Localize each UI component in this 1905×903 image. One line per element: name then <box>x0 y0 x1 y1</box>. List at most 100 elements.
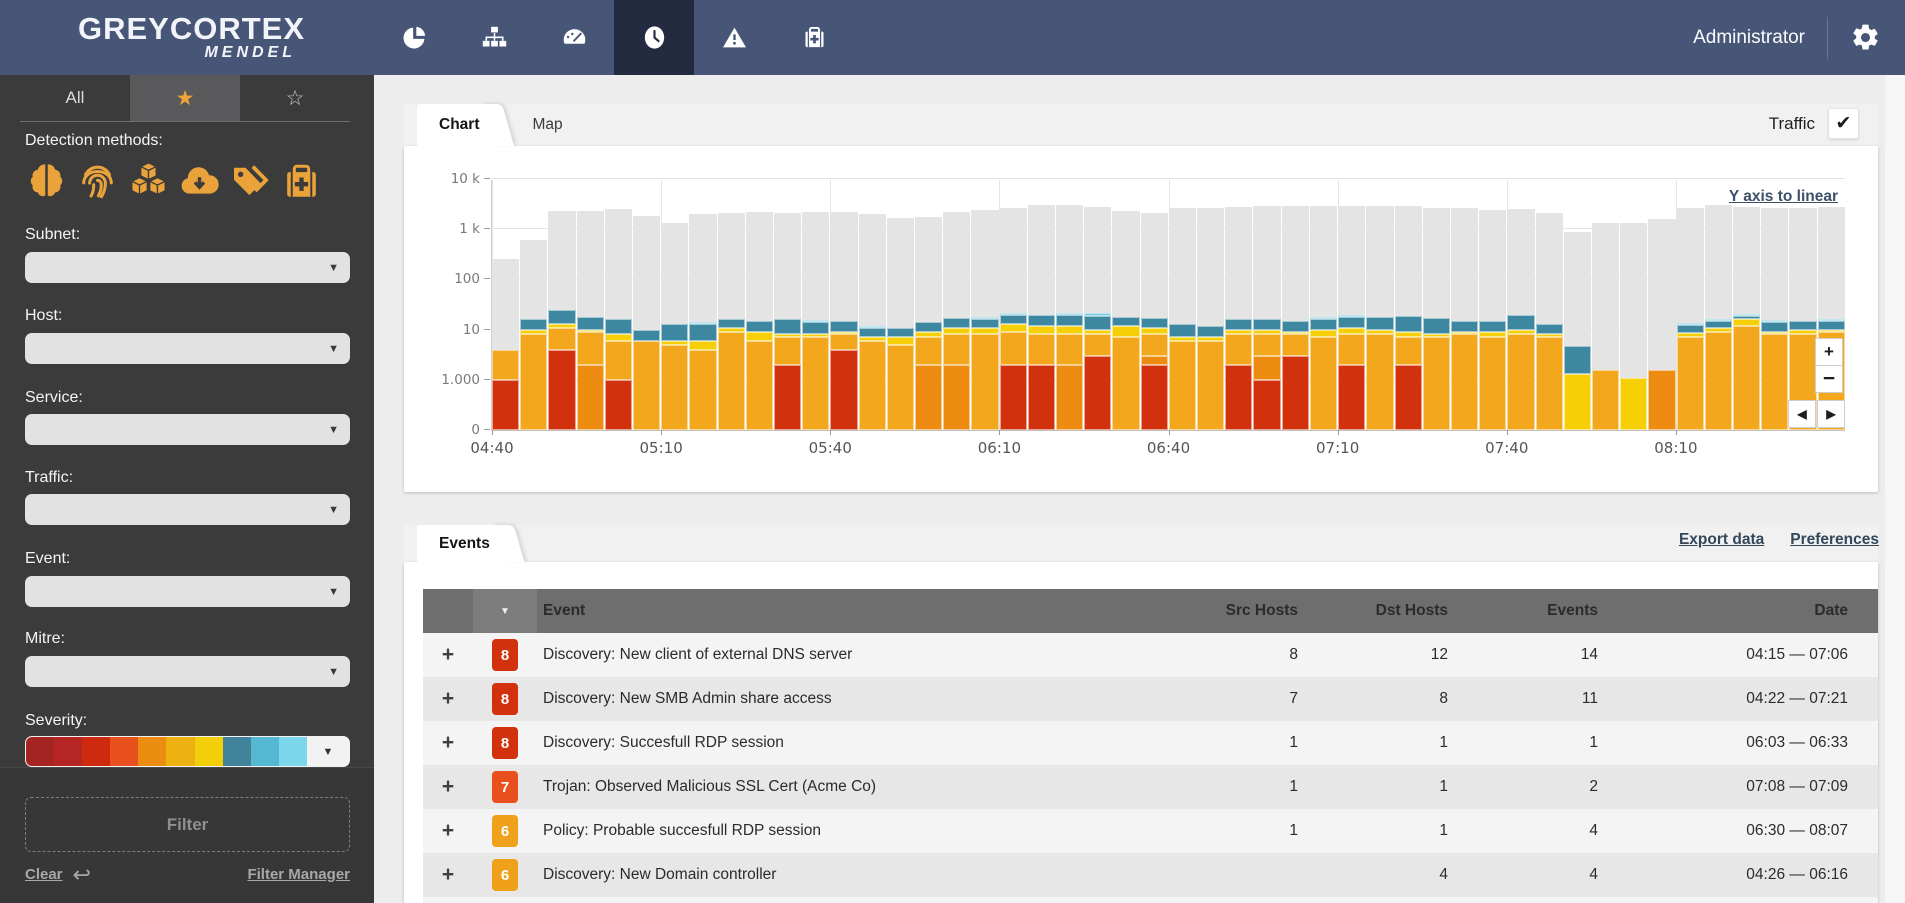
host-select[interactable]: ▼ <box>25 333 350 364</box>
user-name[interactable]: Administrator <box>1693 27 1805 49</box>
tab-map[interactable]: Map <box>510 104 580 146</box>
segment-severity-low <box>1253 330 1280 335</box>
zoom-out-button[interactable]: − <box>1815 365 1843 393</box>
undo-icon[interactable]: ↩ <box>73 868 91 882</box>
x-tick-label: 05:10 <box>640 439 683 457</box>
y-tick <box>484 278 490 279</box>
detection-fingerprint-icon[interactable] <box>76 160 119 203</box>
segment-severity-info <box>859 328 886 338</box>
table-row[interactable]: +8Discovery: Succesfull RDP session11106… <box>423 721 1878 765</box>
detection-brain-icon[interactable] <box>25 160 68 203</box>
segment-severity-audit <box>1084 313 1111 315</box>
severity-select[interactable]: ▼ <box>25 736 350 767</box>
filter-button[interactable]: Filter <box>25 797 350 852</box>
segment-severity-info <box>1310 319 1337 329</box>
table-row[interactable]: +7Trojan: Observed Malicious SSL Cert (A… <box>423 765 1878 809</box>
header-date[interactable]: Date <box>1598 602 1878 620</box>
clear-link[interactable]: Clear <box>25 866 63 883</box>
scrollbar-track[interactable] <box>1885 75 1905 903</box>
segment-severity-low <box>943 328 970 335</box>
header-event[interactable]: Event <box>537 602 1148 620</box>
expand-button[interactable]: + <box>423 687 473 711</box>
nav-gauge-icon[interactable] <box>534 0 614 75</box>
chart-bar <box>492 180 519 430</box>
traffic-select[interactable]: ▼ <box>25 494 350 525</box>
filter-sidebar: All★☆ Detection methods: Subnet:▼Host:▼S… <box>0 75 374 903</box>
segment-severity-audit <box>859 326 886 328</box>
nav-medkit-icon[interactable] <box>774 0 854 75</box>
segment-severity-medium <box>1169 341 1196 430</box>
segment-severity-info <box>1761 322 1788 332</box>
tab-chart[interactable]: Chart <box>417 104 497 146</box>
expand-button[interactable]: + <box>423 819 473 843</box>
date-range-value: 06:30 — 08:07 <box>1598 822 1878 840</box>
segment-severity-audit <box>1677 323 1704 325</box>
header-dst-hosts[interactable]: Dst Hosts <box>1298 602 1448 620</box>
segment-severity-info <box>1084 316 1111 330</box>
nav-pie-chart-icon[interactable] <box>374 0 454 75</box>
sidebar-tab-star-filled-icon[interactable]: ★ <box>130 75 240 121</box>
expand-button[interactable]: + <box>423 643 473 667</box>
segment-severity-high <box>1056 365 1083 430</box>
preferences-link[interactable]: Preferences <box>1790 531 1879 549</box>
pan-left-button[interactable]: ◀ <box>1788 400 1816 428</box>
expand-button[interactable]: + <box>423 775 473 799</box>
table-row[interactable]: +6 <box>423 897 1878 903</box>
table-row[interactable]: +8Discovery: New client of external DNS … <box>423 633 1878 677</box>
segment-severity-critical <box>1000 365 1027 430</box>
filter-manager-link[interactable]: Filter Manager <box>247 866 350 883</box>
subnet-select[interactable]: ▼ <box>25 252 350 283</box>
header-events[interactable]: Events <box>1448 602 1598 620</box>
expand-button[interactable]: + <box>423 863 473 887</box>
chart-bar <box>830 180 857 430</box>
sidebar-tab-star-outline-icon[interactable]: ☆ <box>240 75 350 121</box>
table-row[interactable]: +6Policy: Probable succesfull RDP sessio… <box>423 809 1878 853</box>
logo-mendel: MENDEL <box>78 44 296 61</box>
export-data-link[interactable]: Export data <box>1679 531 1764 549</box>
detection-cubes-icon[interactable] <box>127 160 170 203</box>
segment-severity-low <box>1310 330 1337 338</box>
detection-cloud-download-icon[interactable] <box>178 160 221 203</box>
event-name: Discovery: New client of external DNS se… <box>537 646 1148 664</box>
tab-events[interactable]: Events <box>417 525 508 562</box>
segment-severity-info <box>1677 325 1704 333</box>
sidebar-tab-all[interactable]: All <box>20 75 130 121</box>
y-tick <box>484 429 490 430</box>
header-src-hosts[interactable]: Src Hosts <box>1148 602 1298 620</box>
segment-severity-medium <box>1536 337 1563 430</box>
nav-sitemap-icon[interactable] <box>454 0 534 75</box>
segment-severity-medium <box>830 334 857 349</box>
y-tick <box>484 178 490 179</box>
nav-warning-icon[interactable] <box>694 0 774 75</box>
x-tick <box>1507 430 1508 435</box>
segment-severity-low <box>661 341 688 345</box>
pan-right-button[interactable]: ▶ <box>1817 400 1845 428</box>
zoom-in-button[interactable]: + <box>1815 338 1843 366</box>
events-table: ▼EventSrc HostsDst HostsEventsDate+8Disc… <box>423 589 1878 903</box>
segment-severity-low <box>1761 332 1788 335</box>
mitre-select[interactable]: ▼ <box>25 656 350 687</box>
expand-button[interactable]: + <box>423 731 473 755</box>
segment-severity-medium <box>1507 334 1534 430</box>
y-axis-linear-link[interactable]: Y axis to linear <box>1729 188 1838 206</box>
service-select[interactable]: ▼ <box>25 414 350 445</box>
chart-bar <box>1282 180 1309 430</box>
chart-bar <box>746 180 773 430</box>
table-row[interactable]: +6Discovery: New Domain controller4404:2… <box>423 853 1878 897</box>
y-tick-label: 100 <box>454 271 480 287</box>
detection-medkit-icon[interactable] <box>280 160 323 203</box>
chart-bar <box>1197 180 1224 430</box>
chart-bar <box>1564 180 1591 430</box>
traffic-checkbox[interactable]: ✔ <box>1828 108 1859 139</box>
table-row[interactable]: +8Discovery: New SMB Admin share access7… <box>423 677 1878 721</box>
app-logo[interactable]: GREYCORTEX MENDEL <box>0 0 374 75</box>
table-header-row: ▼EventSrc HostsDst HostsEventsDate <box>423 589 1878 633</box>
detection-tags-icon[interactable] <box>229 160 272 203</box>
nav-clock-icon-active[interactable] <box>614 0 694 75</box>
segment-severity-medium <box>1423 337 1450 430</box>
gear-icon[interactable] <box>1850 22 1881 53</box>
event-select[interactable]: ▼ <box>25 576 350 607</box>
dst-hosts-value: 4 <box>1298 866 1448 884</box>
sort-desc-icon[interactable]: ▼ <box>473 589 537 633</box>
chevron-down-icon: ▼ <box>328 504 339 516</box>
